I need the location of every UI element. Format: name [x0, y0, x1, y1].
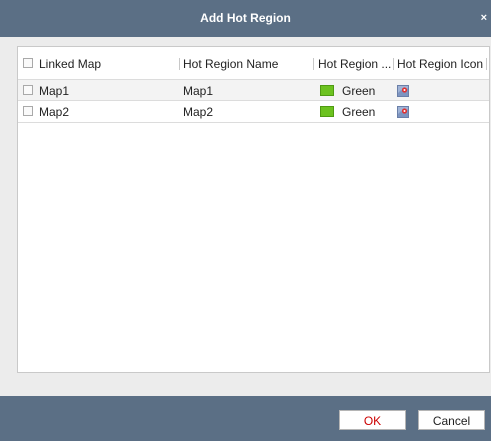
map-icon[interactable]	[397, 106, 409, 118]
hot-region-color-label: Green	[342, 105, 376, 119]
table-header: Linked Map Hot Region Name Hot Region ..…	[18, 53, 489, 75]
column-divider[interactable]	[179, 58, 180, 70]
green-color-swatch[interactable]	[320, 85, 334, 96]
select-all-checkbox[interactable]	[23, 58, 33, 68]
table-row[interactable]: Map2 Map2 Green	[18, 101, 489, 123]
hot-region-name-cell: Map1	[183, 84, 214, 98]
add-hot-region-dialog: Add Hot Region × Linked Map Hot Region N…	[0, 0, 491, 441]
column-header-linked-map[interactable]: Linked Map	[39, 53, 101, 75]
hot-region-color-label: Green	[342, 84, 376, 98]
column-divider[interactable]	[486, 58, 487, 70]
row-checkbox[interactable]	[23, 106, 33, 116]
hot-region-name-cell: Map2	[183, 105, 214, 119]
column-divider[interactable]	[393, 58, 394, 70]
linked-map-cell: Map1	[39, 84, 70, 98]
hot-region-table: Linked Map Hot Region Name Hot Region ..…	[17, 46, 490, 373]
map-icon[interactable]	[397, 85, 409, 97]
dialog-footer: OK Cancel	[0, 396, 491, 441]
column-divider[interactable]	[313, 58, 314, 70]
dialog-titlebar[interactable]: Add Hot Region ×	[0, 0, 491, 37]
close-icon[interactable]: ×	[481, 0, 487, 37]
table-row[interactable]: Map1 Map1 Green	[18, 79, 489, 101]
column-header-hot-region-name[interactable]: Hot Region Name	[183, 53, 278, 75]
linked-map-cell: Map2	[39, 105, 70, 119]
row-checkbox[interactable]	[23, 85, 33, 95]
cancel-button[interactable]: Cancel	[418, 410, 485, 430]
dialog-title: Add Hot Region	[200, 11, 291, 25]
column-header-hot-region-icon[interactable]: Hot Region Icon	[397, 53, 483, 75]
green-color-swatch[interactable]	[320, 106, 334, 117]
ok-button[interactable]: OK	[339, 410, 406, 430]
column-header-hot-region-color[interactable]: Hot Region ...	[318, 53, 391, 75]
